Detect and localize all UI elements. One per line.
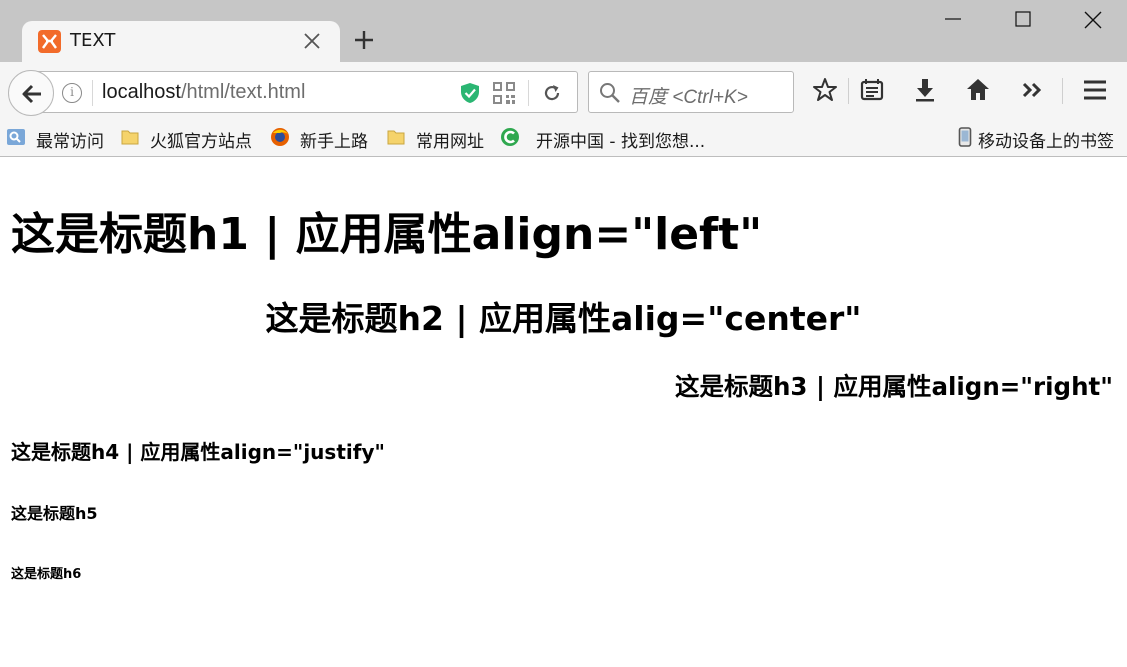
xampp-favicon-icon xyxy=(38,30,61,53)
qr-code-icon[interactable] xyxy=(492,81,516,109)
mobile-bookmarks-item[interactable]: 移动设备上的书签 xyxy=(958,126,1126,152)
divider xyxy=(528,80,529,106)
bookmark-label: 开源中国 - 找到您想... xyxy=(536,132,706,152)
divider xyxy=(1062,78,1063,104)
frequent-icon xyxy=(7,129,25,145)
hamburger-menu-icon[interactable] xyxy=(1081,76,1111,106)
tab-title: TEXT xyxy=(70,30,116,51)
maximize-button[interactable] xyxy=(989,0,1057,38)
search-icon xyxy=(599,82,621,108)
bookmark-label: 最常访问 xyxy=(36,132,104,152)
bookmark-item[interactable]: 常用网址 xyxy=(386,126,496,152)
url-text[interactable]: localhost/html/text.html xyxy=(102,81,305,104)
heading-h5: 这是标题h5 xyxy=(11,504,98,523)
navigation-toolbar: i localhost/html/text.html 百度 <Ctrl+K> xyxy=(0,62,1127,120)
close-window-button[interactable] xyxy=(1058,0,1126,38)
minimize-button[interactable] xyxy=(919,0,987,38)
close-tab-icon[interactable] xyxy=(301,30,323,52)
folder-icon xyxy=(121,130,139,145)
page-content: 这是标题h1 | 应用属性align="left" 这是标题h2 | 应用属性a… xyxy=(0,158,1127,667)
firefox-icon xyxy=(271,128,289,146)
search-placeholder: 百度 <Ctrl+K> xyxy=(629,87,748,108)
heading-h1: 这是标题h1 | 应用属性align="left" xyxy=(11,209,763,260)
bookmark-label: 常用网址 xyxy=(416,132,484,152)
bookmarks-toolbar: 最常访问 火狐官方站点 新手上路 常用网址 开源中国 - 找到您想... 移动设… xyxy=(0,120,1127,157)
bookmark-label: 新手上路 xyxy=(300,132,368,152)
divider xyxy=(92,80,93,106)
reading-list-icon[interactable] xyxy=(858,76,888,106)
url-host: localhost xyxy=(102,81,181,103)
bookmark-star-icon[interactable] xyxy=(811,76,841,106)
bookmark-label: 移动设备上的书签 xyxy=(978,132,1114,152)
overflow-chevron-icon[interactable] xyxy=(1019,76,1049,106)
info-icon[interactable]: i xyxy=(62,83,82,103)
folder-icon xyxy=(387,130,405,145)
bookmark-item[interactable]: 新手上路 xyxy=(270,126,380,152)
shield-icon[interactable] xyxy=(458,81,482,109)
home-icon[interactable] xyxy=(964,76,994,106)
tab-strip: TEXT xyxy=(0,0,1127,62)
mobile-icon xyxy=(958,127,972,147)
bookmark-label: 火狐官方站点 xyxy=(150,132,252,152)
heading-h6: 这是标题h6 xyxy=(11,567,82,582)
oschina-icon xyxy=(501,128,519,146)
active-tab[interactable]: TEXT xyxy=(22,21,340,62)
url-bar[interactable]: i localhost/html/text.html xyxy=(36,71,578,113)
search-bar[interactable]: 百度 <Ctrl+K> xyxy=(588,71,794,113)
download-icon[interactable] xyxy=(911,76,941,106)
new-tab-icon[interactable] xyxy=(352,28,376,52)
reload-icon[interactable] xyxy=(541,82,563,108)
heading-h4: 这是标题h4 | 应用属性align="justify" xyxy=(11,440,385,464)
bookmark-item[interactable]: 火狐官方站点 xyxy=(120,126,265,152)
divider xyxy=(848,78,849,104)
bookmark-item[interactable]: 最常访问 xyxy=(6,126,116,152)
heading-h3: 这是标题h3 | 应用属性align="right" xyxy=(674,372,1113,401)
bookmark-item[interactable]: 开源中国 - 找到您想... xyxy=(500,126,730,152)
heading-h2: 这是标题h2 | 应用属性alig="center" xyxy=(265,299,862,338)
back-button[interactable] xyxy=(8,70,54,116)
url-path: /html/text.html xyxy=(180,81,306,103)
